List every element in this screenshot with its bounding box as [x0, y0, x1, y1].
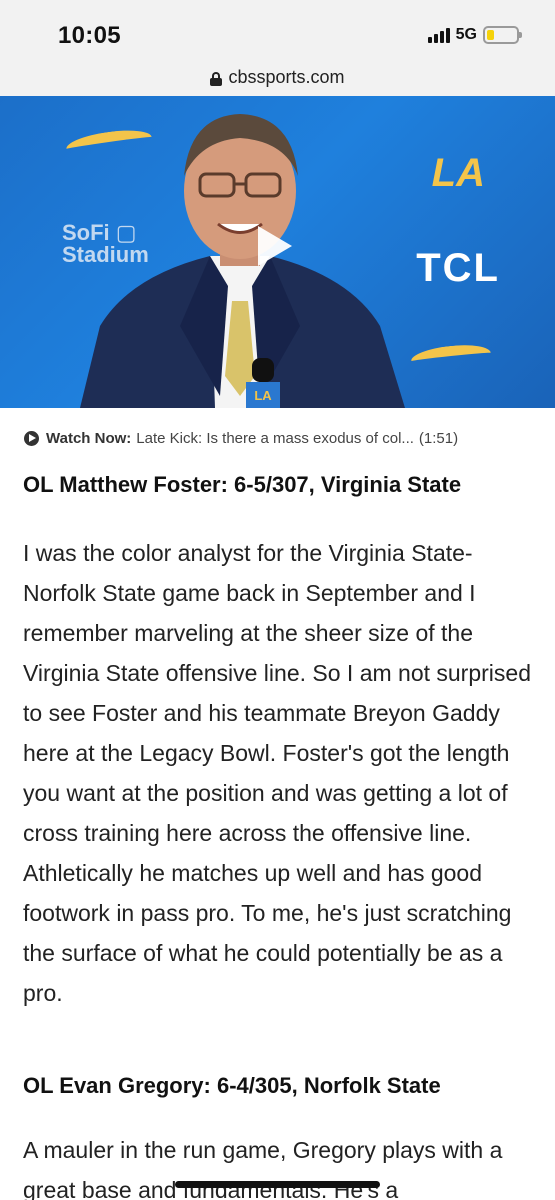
video-player[interactable]: SoFi ▢ Stadium LA TCL LA	[0, 96, 555, 408]
watch-now-duration: (1:51)	[418, 430, 459, 447]
player-description: I was the color analyst for the Virginia…	[23, 540, 531, 1006]
watch-now-link[interactable]: Watch Now: Late Kick: Is there a mass ex…	[24, 430, 458, 447]
url-bar[interactable]: cbssports.com	[0, 58, 555, 96]
url-text: cbssports.com	[228, 66, 345, 87]
bolt-logo	[410, 341, 492, 373]
watch-now-label: Watch Now:	[46, 430, 132, 447]
status-bar: 10:05 5G	[0, 0, 555, 58]
home-indicator[interactable]	[175, 1181, 380, 1188]
speaker-image: LA	[80, 114, 405, 408]
svg-text:LA: LA	[254, 388, 272, 403]
la-logo: LA	[431, 151, 485, 195]
battery-level	[487, 30, 494, 40]
play-circle-icon	[24, 431, 39, 446]
player-heading: OL Matthew Foster: 6-5/307, Virginia Sta…	[23, 472, 462, 497]
battery-icon	[483, 26, 522, 44]
play-icon[interactable]	[258, 226, 292, 266]
network-type: 5G	[455, 26, 477, 43]
signal-icon	[427, 27, 450, 43]
player-heading: OL Evan Gregory: 6-4/305, Norfolk State	[23, 1073, 441, 1098]
status-time: 10:05	[58, 22, 121, 49]
watch-now-title: Late Kick: Is there a mass exodus of col…	[136, 430, 414, 447]
status-indicators: 5G	[427, 26, 522, 44]
lock-icon	[210, 71, 223, 86]
tcl-logo: TCL	[416, 246, 500, 290]
player-description: A mauler in the run game, Gregory plays …	[23, 1137, 503, 1200]
